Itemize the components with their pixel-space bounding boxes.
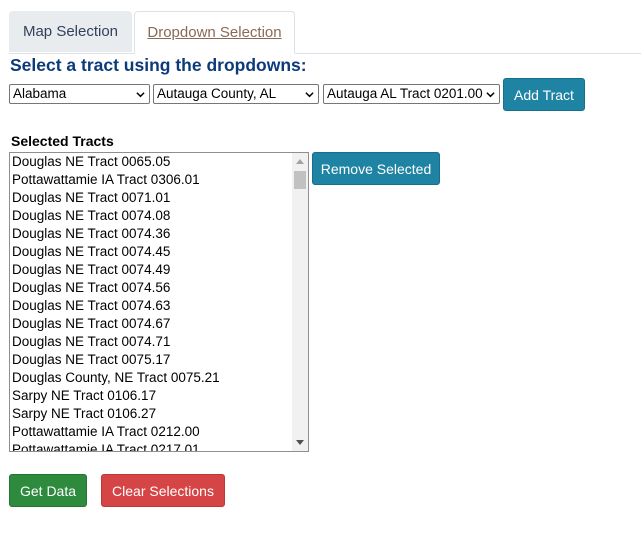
triangle-up-icon[interactable] [296, 158, 304, 164]
list-item[interactable]: Pottawattamie IA Tract 0212.00 [12, 423, 290, 441]
tab-dropdown-selection[interactable]: Dropdown Selection [134, 11, 295, 54]
state-dropdown-value: Alabama [13, 86, 67, 101]
get-data-button[interactable]: Get Data [9, 474, 87, 507]
chevron-down-icon [305, 92, 314, 98]
list-item[interactable]: Douglas NE Tract 0071.01 [12, 189, 290, 207]
triangle-down-icon[interactable] [296, 440, 304, 446]
list-item[interactable]: Douglas NE Tract 0074.49 [12, 261, 290, 279]
county-dropdown-value: Autauga County, AL [157, 86, 277, 101]
chevron-down-icon [486, 92, 495, 98]
list-item[interactable]: Douglas County, NE Tract 0075.21 [12, 369, 290, 387]
scroll-thumb[interactable] [294, 171, 306, 189]
selected-tracts-label: Selected Tracts [11, 133, 114, 149]
tract-dropdown[interactable]: Autauga AL Tract 0201.00 [323, 84, 500, 104]
list-item[interactable]: Douglas NE Tract 0074.36 [12, 225, 290, 243]
list-item[interactable]: Sarpy NE Tract 0106.27 [12, 405, 290, 423]
list-item[interactable]: Douglas NE Tract 0074.08 [12, 207, 290, 225]
list-item[interactable]: Douglas NE Tract 0074.71 [12, 333, 290, 351]
list-item[interactable]: Douglas NE Tract 0074.67 [12, 315, 290, 333]
remove-selected-button[interactable]: Remove Selected [312, 152, 440, 185]
list-item[interactable]: Douglas NE Tract 0074.56 [12, 279, 290, 297]
list-item[interactable]: Douglas NE Tract 0074.63 [12, 297, 290, 315]
list-item[interactable]: Pottawattamie IA Tract 0217.01 [12, 441, 290, 451]
list-item[interactable]: Sarpy NE Tract 0106.17 [12, 387, 290, 405]
tab-map-selection[interactable]: Map Selection [9, 11, 132, 52]
tract-dropdown-value: Autauga AL Tract 0201.00 [327, 86, 483, 101]
state-dropdown[interactable]: Alabama [9, 84, 150, 104]
list-item[interactable]: Douglas NE Tract 0065.05 [12, 153, 290, 171]
list-item[interactable]: Douglas NE Tract 0074.45 [12, 243, 290, 261]
page-heading: Select a tract using the dropdowns: [10, 55, 307, 75]
list-item[interactable]: Pottawattamie IA Tract 0306.01 [12, 171, 290, 189]
list-scrollbar[interactable] [292, 153, 308, 451]
tab-bar: Map Selection Dropdown Selection [9, 11, 641, 54]
list-item[interactable]: Douglas NE Tract 0075.17 [12, 351, 290, 369]
selected-tracts-items: Douglas NE Tract 0065.05 Pottawattamie IA… [12, 153, 290, 451]
county-dropdown[interactable]: Autauga County, AL [153, 84, 319, 104]
chevron-down-icon [136, 92, 145, 98]
selected-tracts-list[interactable]: Douglas NE Tract 0065.05 Pottawattamie IA… [9, 152, 309, 452]
clear-selections-button[interactable]: Clear Selections [101, 474, 225, 507]
add-tract-button[interactable]: Add Tract [503, 78, 585, 111]
